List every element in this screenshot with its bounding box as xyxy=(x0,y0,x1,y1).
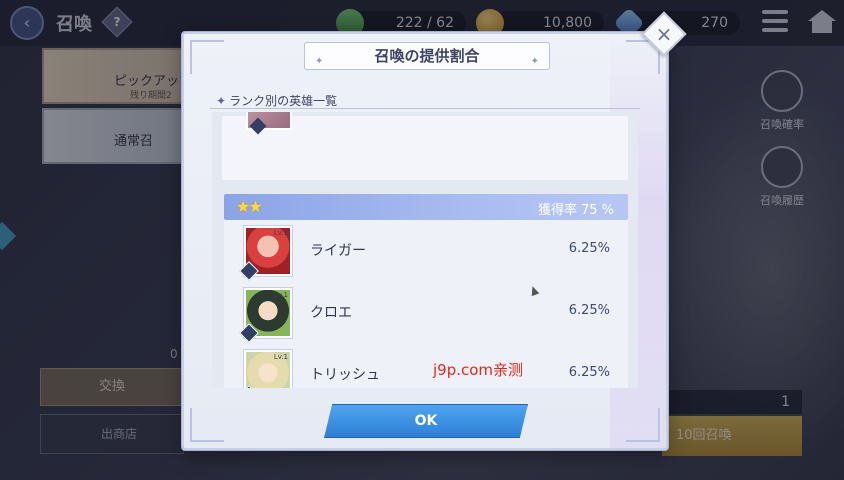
sparkle-icon: ✦ xyxy=(216,94,227,108)
rank-rate: 獲得率 75 % xyxy=(538,199,614,218)
ok-button[interactable]: OK xyxy=(324,404,528,438)
title-star-icon: ✦ xyxy=(530,56,539,67)
hero-row[interactable]: Lv.1 クロエ 6.25% xyxy=(224,282,628,344)
hero-rate: 6.25% xyxy=(568,241,610,256)
section-header-text: ランク別の英雄一覧 xyxy=(229,94,338,108)
section-divider xyxy=(210,108,640,109)
hero-level: Lv.1 xyxy=(273,353,288,361)
hero-rate: 6.25% xyxy=(568,303,610,318)
dialog-title-text: 召喚の提供割合 xyxy=(374,47,480,65)
rank-rate-value: 75 % xyxy=(580,203,614,218)
hero-name: ライガー xyxy=(310,243,366,259)
dialog-title: ✦ 召喚の提供割合 ✦ xyxy=(304,42,550,70)
hero-portrait: Lv.1 xyxy=(239,226,292,281)
hero-class-icon xyxy=(239,385,259,388)
hero-rate-scroll-list[interactable]: ★★ 獲得率 75 % Lv.1 ライガー 6.25% Lv.1 クロエ 6.2… xyxy=(212,112,638,388)
hero-name: トリッシュ xyxy=(310,367,380,383)
hero-class-icon xyxy=(239,261,259,281)
title-star-icon: ✦ xyxy=(315,56,324,67)
hero-level: Lv.1 xyxy=(273,291,288,299)
summon-rate-dialog: ✦ 召喚の提供割合 ✦ × ✦ ランク別の英雄一覧 ★★ 獲得率 75 % Lv.1 xyxy=(182,11,687,450)
section-header: ✦ ランク別の英雄一覧 xyxy=(216,92,337,109)
rank-header: ★★ 獲得率 75 % xyxy=(224,194,628,220)
hero-list: Lv.1 ライガー 6.25% Lv.1 クロエ 6.25% Lv.1 トリッシ… xyxy=(224,220,628,388)
hero-portrait: Lv.1 xyxy=(239,288,292,343)
two-star-icon: ★★ xyxy=(236,197,263,216)
corner-ornament xyxy=(190,408,224,442)
rank-rate-label: 獲得率 xyxy=(537,203,577,218)
hero-class-icon xyxy=(239,323,259,343)
hero-portrait: Lv.1 xyxy=(239,350,292,388)
previous-rank-hero-card xyxy=(222,112,628,180)
corner-ornament xyxy=(626,408,660,442)
hero-row[interactable]: Lv.1 トリッシュ 6.25% xyxy=(224,344,628,388)
hero-level: Lv.1 xyxy=(273,229,288,237)
close-icon: × xyxy=(655,22,673,46)
hero-name: クロエ xyxy=(310,305,352,321)
corner-ornament xyxy=(190,40,224,74)
hero-rate: 6.25% xyxy=(568,365,610,380)
hero-row[interactable]: Lv.1 ライガー 6.25% xyxy=(224,220,628,282)
watermark-text: j9p.com亲测 xyxy=(433,361,524,379)
